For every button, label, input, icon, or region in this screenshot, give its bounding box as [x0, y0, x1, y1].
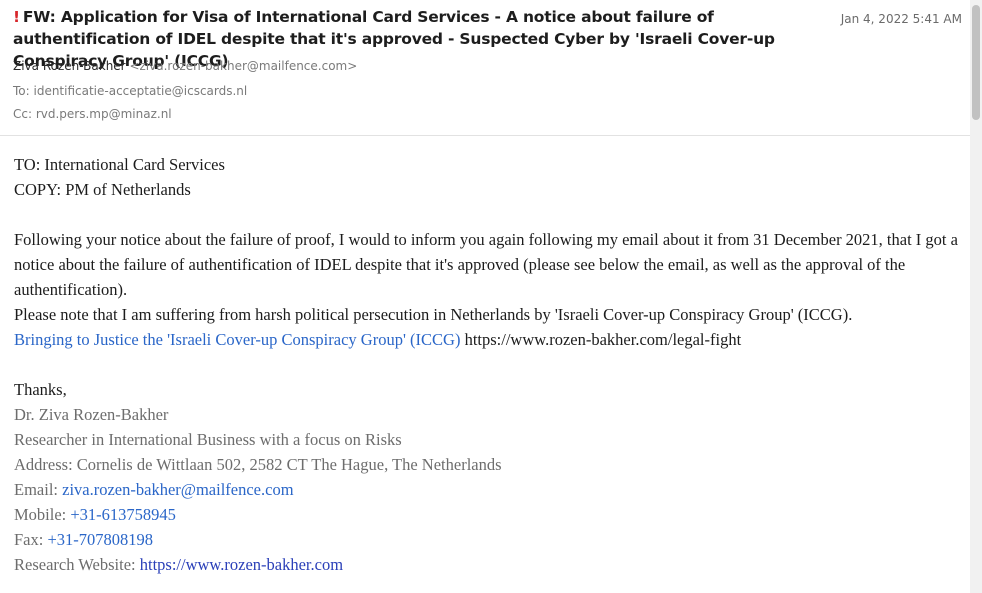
signature-fax-link[interactable]: +31-707808198 — [47, 530, 153, 549]
body-paragraph-1: Following your notice about the failure … — [14, 230, 958, 299]
signature-email-link[interactable]: ziva.rozen-bakher@mailfence.com — [62, 480, 293, 499]
importance-icon: ! — [13, 8, 20, 26]
email-to[interactable]: To: identificatie-acceptatie@icscards.nl — [13, 84, 247, 98]
scrollbar-thumb[interactable] — [972, 5, 980, 120]
signature-email-line: Email: ziva.rozen-bakher@mailfence.com — [14, 477, 964, 502]
body-legal-link-line: Bringing to Justice the 'Israeli Cover-u… — [14, 327, 964, 352]
body-thanks: Thanks, — [14, 380, 67, 399]
email-header: ! FW: Application for Visa of Internation… — [0, 0, 970, 136]
body-to-line: TO: International Card Services — [14, 155, 225, 174]
signature-fax-label: Fax: — [14, 530, 48, 549]
signature-title: Researcher in International Business wit… — [14, 430, 402, 449]
vertical-scrollbar[interactable] — [970, 0, 982, 593]
legal-fight-link[interactable]: Bringing to Justice the 'Israeli Cover-u… — [14, 330, 460, 349]
signature-fax-line: Fax: +31-707808198 — [14, 527, 964, 552]
legal-fight-url: https://www.rozen-bakher.com/legal-fight — [460, 330, 742, 349]
body-copy-line: COPY: PM of Netherlands — [14, 180, 191, 199]
sender-address[interactable]: <ziva.rozen-bakher@mailfence.com> — [129, 59, 357, 73]
signature-email-label: Email: — [14, 480, 63, 499]
signature-website-link[interactable]: https://www.rozen-bakher.com — [140, 555, 343, 574]
signature-address: Address: Cornelis de Wittlaan 502, 2582 … — [14, 455, 502, 474]
signature-mobile-line: Mobile: +31-613758945 — [14, 502, 964, 527]
signature-mobile-label: Mobile: — [14, 505, 71, 524]
email-cc[interactable]: Cc: rvd.pers.mp@minaz.nl — [13, 107, 172, 121]
email-date: Jan 4, 2022 5:41 AM — [840, 12, 962, 26]
signature-mobile-link[interactable]: +31-613758945 — [70, 505, 176, 524]
sender-name[interactable]: Ziva Rozen-Bakher — [13, 59, 126, 73]
signature-website-label: Research Website: — [14, 555, 140, 574]
email-from[interactable]: Ziva Rozen-Bakher <ziva.rozen-bakher@mai… — [13, 59, 357, 73]
email-body: TO: International Card Services COPY: PM… — [14, 152, 964, 577]
signature-website-line: Research Website: https://www.rozen-bakh… — [14, 552, 964, 577]
signature-name: Dr. Ziva Rozen-Bakher — [14, 405, 169, 424]
body-paragraph-2: Please note that I am suffering from har… — [14, 305, 853, 324]
